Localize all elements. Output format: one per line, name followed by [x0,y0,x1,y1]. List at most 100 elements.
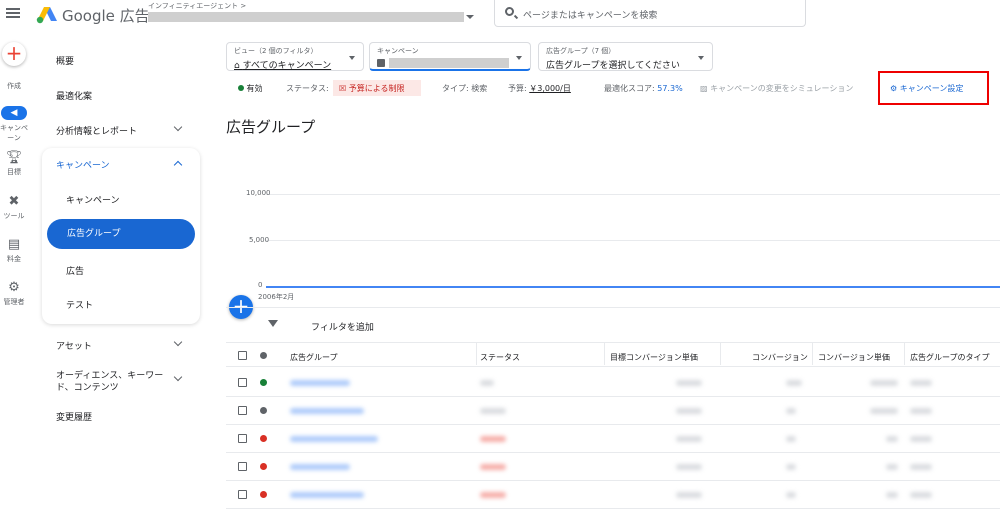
row-checkbox[interactable] [238,434,247,443]
table-row-conversions [786,464,796,470]
table-row-conversions [786,380,802,386]
divider [226,452,1000,453]
divider [226,480,1000,481]
table-row-type [910,408,932,414]
budget-label-text: 予算: [508,84,527,93]
row-checkbox[interactable] [238,490,247,499]
view-label: ビュー（2 個のフィルタ） [234,47,318,55]
nav-audience[interactable]: オーディエンス、キーワード、コンテンツ [56,370,168,394]
nav-assets[interactable]: アセット [56,339,92,352]
table-row-type [910,464,932,470]
page-title: 広告グループ [226,118,316,136]
nav-insights[interactable]: 分析情報とレポート [56,124,137,137]
table-row-cost-per-conv [870,408,898,414]
billing-icon: ▤ [7,237,21,252]
campaign-label: キャンペーン [377,47,419,55]
table-row-target-cpa [676,492,702,498]
rail-billing[interactable]: ▤ 料金 [0,238,28,264]
adgroup-selector[interactable]: 広告グループ（7 個） 広告グループを選択してください [538,42,713,71]
col-conversions[interactable]: コンバージョン [752,352,808,363]
budget-value[interactable]: ￥3,000/日 [529,84,571,93]
campaign-type: タイプ: 検索 [442,84,488,93]
search-box[interactable]: ページまたはキャンペーンを検索 [494,0,806,27]
table-row-conversions [786,436,796,442]
chevron-down-icon[interactable] [173,337,183,347]
select-all-checkbox[interactable] [238,351,247,360]
column-divider [812,343,813,365]
col-status[interactable]: ステータス [480,352,520,363]
table-row-type [910,436,932,442]
opt-score-value[interactable]: 57.3% [657,84,682,93]
nav-campaigns-group[interactable]: キャンペーン [56,158,110,171]
table-row-status [480,464,506,470]
nav-ads[interactable]: 広告 [66,264,84,277]
chevron-down-icon[interactable] [173,372,183,382]
account-breadcrumb[interactable]: インフィニティエージェント > [148,1,246,11]
row-checkbox[interactable] [238,406,247,415]
y-tick-10000: 10,000 [246,189,271,197]
rail-billing-label: 料金 [7,255,21,263]
table-row-adgroup-link[interactable] [290,408,364,414]
account-name-redacted[interactable] [148,12,464,22]
column-divider [904,343,905,365]
campaign-megaphone-icon[interactable]: ◀ [1,106,27,120]
col-adgroup-type[interactable]: 広告グループのタイプ [910,352,990,363]
table-row-status [480,436,506,442]
account-dropdown-icon[interactable] [466,15,474,19]
table-row-target-cpa [676,436,702,442]
chevron-down-icon[interactable] [173,122,183,132]
nav-campaigns[interactable]: キャンペーン [66,193,120,206]
nav-overview[interactable]: 概要 [56,54,74,67]
table-row-conversions [786,408,796,414]
rail-admin[interactable]: ⚙ 管理者 [0,281,28,307]
table-row-adgroup-link[interactable] [290,380,350,386]
chart-series-line [266,286,1000,288]
rail-tools[interactable]: ✖ ツール [0,195,28,221]
row-checkbox[interactable] [238,462,247,471]
nav-history[interactable]: 変更履歴 [56,410,92,423]
col-target-cpa[interactable]: 目標コンバージョン単価 [610,352,698,363]
opt-score-label: 最適化スコア: [604,84,655,93]
nav-optimize[interactable]: 最適化案 [56,89,92,102]
rail-campaign-label[interactable]: キャンペーン [0,123,29,143]
trophy-icon: 🏆︎ [5,150,23,165]
menu-icon[interactable] [6,6,20,20]
col-cost-per-conv[interactable]: コンバージョン単価 [818,352,890,363]
col-adgroup[interactable]: 広告グループ [290,352,338,363]
search-placeholder: ページまたはキャンペーンを検索 [523,11,658,21]
status-column-dot-icon [260,352,267,359]
nav-ad-groups[interactable]: 広告グループ [47,219,195,249]
row-checkbox[interactable] [238,378,247,387]
divider [226,342,1000,343]
nav-test[interactable]: テスト [66,298,93,311]
column-divider [476,343,477,365]
view-value: ⌂ すべてのキャンペーン [234,61,332,71]
rail-create-label[interactable]: 作成 [0,81,28,91]
table-row-target-cpa [676,408,702,414]
filter-add[interactable]: フィルタを追加 [311,320,374,333]
table-row-adgroup-link[interactable] [290,492,364,498]
create-plus-icon[interactable]: + [2,42,26,66]
simulate-link[interactable]: ▨ キャンペーンの変更をシミュレーション [700,83,853,94]
table-row-adgroup-link[interactable] [290,464,350,470]
view-selector[interactable]: ビュー（2 個のフィルタ） ⌂ すべてのキャンペーン [226,42,364,71]
gridline [266,194,1000,195]
table-row-adgroup-link[interactable] [290,436,378,442]
table-row-status [480,492,506,498]
view-value-text: すべてのキャンペーン [242,61,332,71]
rail-admin-label: 管理者 [3,298,25,306]
divider [226,396,1000,397]
rail-goals[interactable]: 🏆︎ 目標 [0,151,28,177]
row-status-dot-icon [260,407,267,414]
filter-icon[interactable] [268,320,278,327]
x-tick-date: 2006年2月 [258,293,295,301]
rail-tools-label: ツール [3,212,25,220]
status-label: ステータス: [286,84,329,93]
row-status-dot-icon [260,435,267,442]
budget-limited-status[interactable]: ☒ 予算による制限 [339,83,404,94]
table-row-target-cpa [676,380,702,386]
column-divider [720,343,721,365]
campaign-selector[interactable]: キャンペーン [369,42,531,71]
top-bar: Google 広告 インフィニティエージェント > ページまたはキャンペーンを検… [0,0,1000,36]
chevron-down-icon [516,56,522,60]
